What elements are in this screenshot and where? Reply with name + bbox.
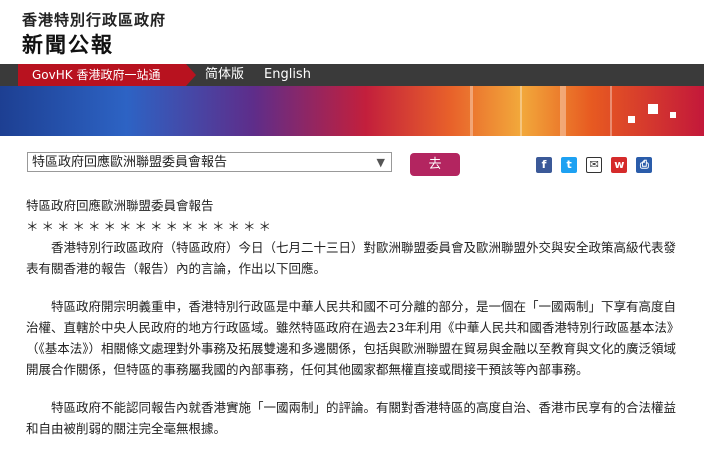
page-title: 新聞公報 xyxy=(22,33,114,57)
article-headline: 特區政府回應歐洲聯盟委員會報告 xyxy=(26,198,214,213)
email-icon[interactable]: ✉ xyxy=(586,157,603,173)
twitter-icon[interactable]: t xyxy=(561,157,578,173)
top-nav-bar: GovHK 香港政府一站通 简体版 English xyxy=(0,64,704,86)
article-paragraph-2: 特區政府開宗明義重申，香港特別行政區是中華人民共和國不可分離的部分，是一個在「一… xyxy=(26,299,680,377)
english-link[interactable]: English xyxy=(264,64,311,86)
org-name: 香港特別行政區政府 xyxy=(22,11,167,29)
select-value: 特區政府回應歐洲聯盟委員會報告 xyxy=(32,155,228,170)
decorative-banner xyxy=(0,86,704,136)
article-paragraph-3: 特區政府不能認同報告內就香港實施「一國兩制」的評論。有關對香港特區的高度自治、香… xyxy=(26,400,677,436)
article-paragraph-1: 香港特別行政區政府（特區政府）今日（七月二十三日）對歐洲聯盟委員會及歐洲聯盟外交… xyxy=(26,240,677,276)
article-separator: ＊＊＊＊＊＊＊＊＊＊＊＊＊＊＊＊ xyxy=(26,219,275,234)
weibo-icon[interactable]: w xyxy=(611,157,628,173)
page-header: 香港特別行政區政府 新聞公報 xyxy=(0,0,704,64)
facebook-icon[interactable]: f xyxy=(536,157,552,173)
article-body: 特區政府回應歐洲聯盟委員會報告 ＊＊＊＊＊＊＊＊＊＊＊＊＊＊＊＊ 香港特別行政區… xyxy=(26,195,686,456)
chevron-down-icon: ▼ xyxy=(376,156,385,169)
simplified-chinese-link[interactable]: 简体版 xyxy=(205,64,244,86)
share-icons: f t ✉ w ⎙ xyxy=(536,157,656,175)
govhk-link[interactable]: GovHK 香港政府一站通 xyxy=(18,64,196,86)
go-button[interactable]: 去 xyxy=(410,153,460,176)
press-release-select[interactable]: 特區政府回應歐洲聯盟委員會報告 ▼ xyxy=(27,152,392,172)
print-icon[interactable]: ⎙ xyxy=(636,157,653,173)
